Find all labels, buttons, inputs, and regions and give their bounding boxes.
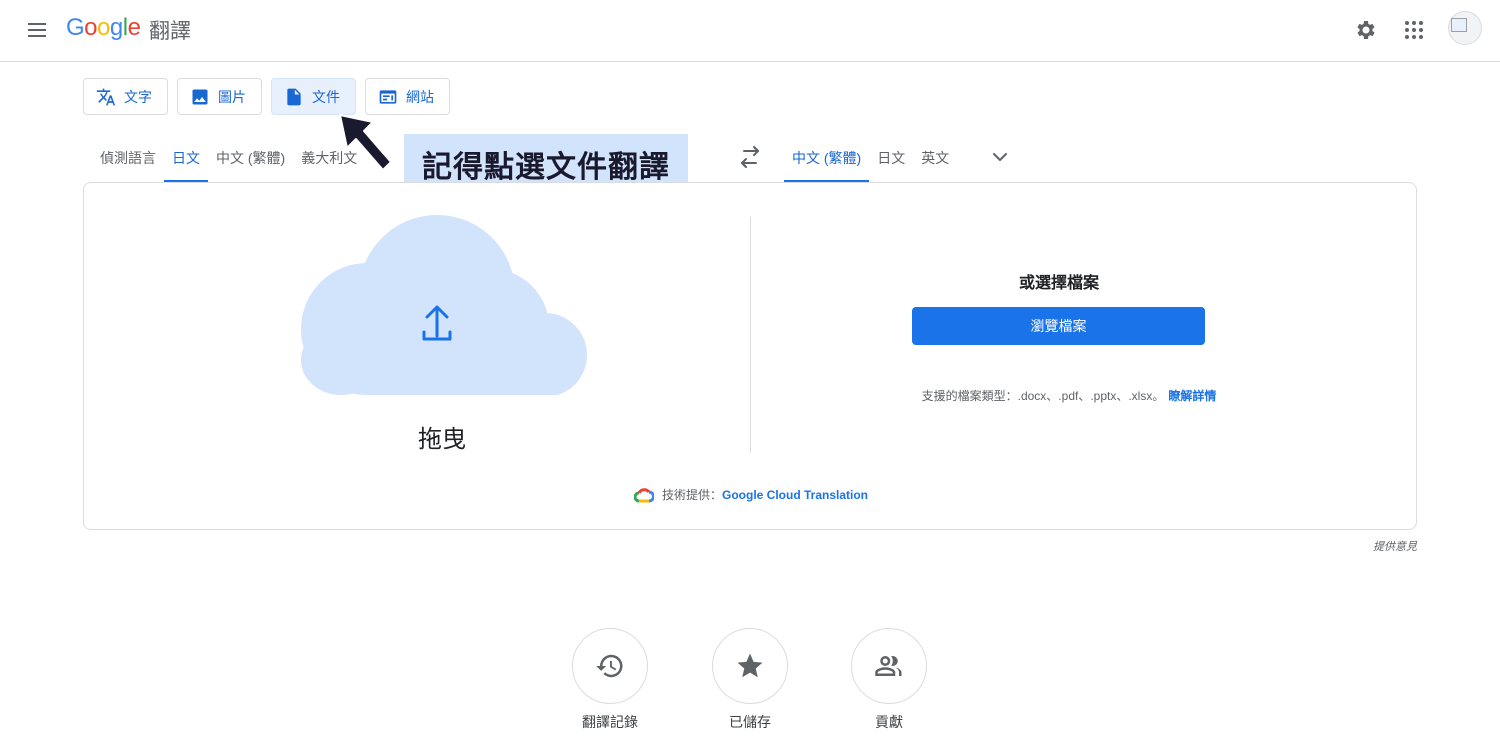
annotation-arrow: [339, 114, 392, 171]
tab-document-label: 文件: [312, 88, 340, 105]
contribute-label: 貢獻: [875, 714, 903, 730]
powered-prefix: 技術提供：: [661, 488, 722, 502]
supported-file-types: 支援的檔案類型：.docx、.pdf、.pptx、.xlsx。 瞭解詳情: [844, 387, 1294, 404]
browse-files-button[interactable]: 瀏覽檔案: [912, 307, 1205, 345]
history-icon: [596, 654, 623, 678]
image-icon: [192, 89, 208, 104]
chevron-down-icon[interactable]: [988, 145, 1012, 169]
source-lang-chinese-traditional[interactable]: 中文 (繁體): [208, 138, 293, 182]
gear-icon[interactable]: [1350, 14, 1382, 46]
contribute-button[interactable]: 貢獻: [851, 628, 927, 732]
history-circle: [572, 628, 648, 704]
drag-label: 拖曳: [418, 426, 466, 453]
star-icon: [737, 653, 763, 678]
feedback-link[interactable]: 提供意見: [1373, 538, 1417, 554]
learn-more-link[interactable]: 瞭解詳情: [1168, 389, 1216, 403]
document-icon: [287, 88, 301, 105]
history-label: 翻譯記錄: [582, 714, 638, 730]
top-bar: Google 翻譯: [0, 0, 1500, 62]
website-icon: [379, 89, 397, 104]
swap-languages-icon[interactable]: [736, 145, 764, 169]
target-lang-japanese[interactable]: 日文: [869, 138, 913, 182]
upload-cloud-dropzone[interactable]: [295, 215, 589, 395]
translate-icon: [96, 88, 116, 105]
card-divider: [750, 217, 751, 453]
tab-website-label: 網站: [406, 88, 434, 105]
saved-label: 已儲存: [729, 714, 771, 730]
history-button[interactable]: 翻譯記錄: [572, 628, 648, 732]
contribute-circle: [851, 628, 927, 704]
tab-image-label: 圖片: [218, 88, 246, 105]
tab-text-label: 文字: [124, 88, 152, 105]
saved-circle: [712, 628, 788, 704]
target-lang-english[interactable]: 英文: [913, 138, 957, 182]
source-language-bar: 偵測語言 日文 中文 (繁體) 義大利文: [92, 138, 365, 182]
target-lang-chinese-traditional[interactable]: 中文 (繁體): [784, 138, 870, 182]
avatar[interactable]: [1448, 11, 1482, 45]
google-cloud-translation-link[interactable]: Google Cloud Translation: [722, 488, 868, 502]
source-lang-detect[interactable]: 偵測語言: [92, 138, 164, 182]
apps-grid-icon[interactable]: [1398, 14, 1430, 46]
file-types-text: 支援的檔案類型：.docx、.pdf、.pptx、.xlsx。: [921, 389, 1165, 403]
community-icon: [875, 656, 902, 676]
saved-button[interactable]: 已儲存: [712, 628, 788, 732]
menu-icon[interactable]: [24, 16, 52, 44]
source-lang-japanese[interactable]: 日文: [164, 138, 208, 182]
google-cloud-icon: [633, 487, 654, 502]
choose-file-title: 或選擇檔案: [1018, 275, 1099, 292]
product-name: 翻譯: [149, 20, 191, 43]
tab-image[interactable]: 圖片: [177, 78, 262, 115]
document-upload-card: 拖曳 或選擇檔案 瀏覽檔案 支援的檔案類型：.docx、.pdf、.pptx、.…: [83, 182, 1417, 530]
tab-text[interactable]: 文字: [83, 78, 168, 115]
powered-by: 技術提供： Google Cloud Translation: [84, 486, 1418, 503]
target-language-bar: 中文 (繁體) 日文 英文: [784, 138, 957, 182]
google-logo[interactable]: Google: [66, 14, 141, 42]
